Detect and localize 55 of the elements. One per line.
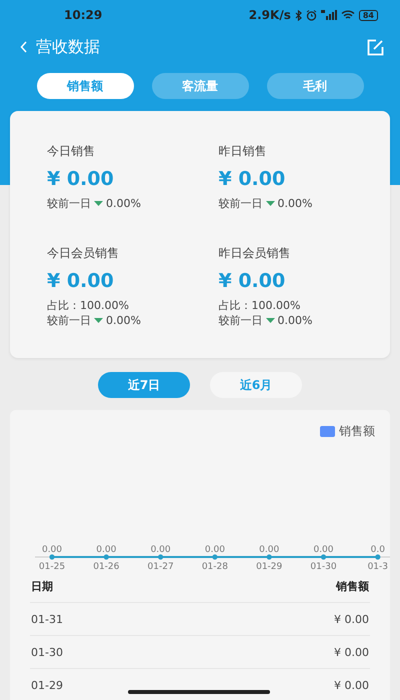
column-header: 日期 [30,570,193,602]
axis-label: 01-25 [38,562,66,570]
data-label: 0.00 [259,545,280,555]
table-cell: 01-30 [30,636,193,668]
change-value: 0.00% [278,196,312,211]
axis-label: 01-28 [202,562,228,570]
signal-icon [320,10,337,20]
range-tab[interactable]: 近6月 [210,372,302,398]
metric-label: 今日会员销售 [47,245,120,262]
range-tab[interactable]: 近7日 [98,372,190,398]
table-cell: 01-31 [30,602,193,636]
compare-label: 较前一日 [218,313,262,328]
tab[interactable]: 客流量 [152,73,248,99]
legend-swatch [320,426,335,437]
edit-icon[interactable] [367,38,384,56]
metric-label: 昨日销售 [218,143,268,160]
metric-label: 昨日会员销售 [218,245,292,262]
metric-value: ¥ 0.00 [218,270,286,292]
table-cell: ¥ 0.00 [192,602,370,636]
metric-value: ¥ 0.00 [218,168,286,190]
axis-label: 01-26 [93,562,120,570]
data-label: 0.00 [313,545,334,555]
table-cell: ¥ 0.00 [192,636,370,668]
share-text: 占比：100.00% [218,298,302,313]
share-text: 占比：100.00% [47,298,130,313]
change-value: 0.00% [278,313,312,328]
data-label: 0.00 [96,545,116,555]
data-label: 0.0 [370,545,385,555]
axis-label: 01-3 [368,562,388,570]
compare-label: 较前一日 [218,196,262,211]
wifi-icon [340,10,355,20]
column-header: 销售额 [192,570,370,602]
data-label: 0.00 [150,545,171,555]
change-value: 0.00% [106,196,141,211]
bluetooth-icon [294,10,302,20]
battery-icon: 84 [358,10,378,20]
data-label: 0.00 [204,545,225,555]
status-time: 10:29 [64,8,102,22]
metric-label: 今日销售 [47,143,96,160]
network-speed: 2.9K/s [248,8,291,22]
compare-label: 较前一日 [47,196,91,211]
axis-label: 01-29 [256,562,282,570]
tab[interactable]: 毛利 [266,73,364,99]
page-title: 营收数据 [36,36,101,58]
alarm-icon [306,10,317,20]
metric-value: ¥ 0.00 [47,270,115,292]
legend-label: 销售额 [339,423,375,440]
axis-label: 01-27 [148,562,174,570]
tab[interactable]: 销售额 [36,73,134,99]
compare-label: 较前一日 [47,313,91,328]
metric-value: ¥ 0.00 [47,168,115,190]
back-icon[interactable] [20,41,28,53]
data-label: 0.00 [42,545,62,555]
change-value: 0.00% [106,313,141,328]
axis-label: 01-30 [310,562,337,570]
